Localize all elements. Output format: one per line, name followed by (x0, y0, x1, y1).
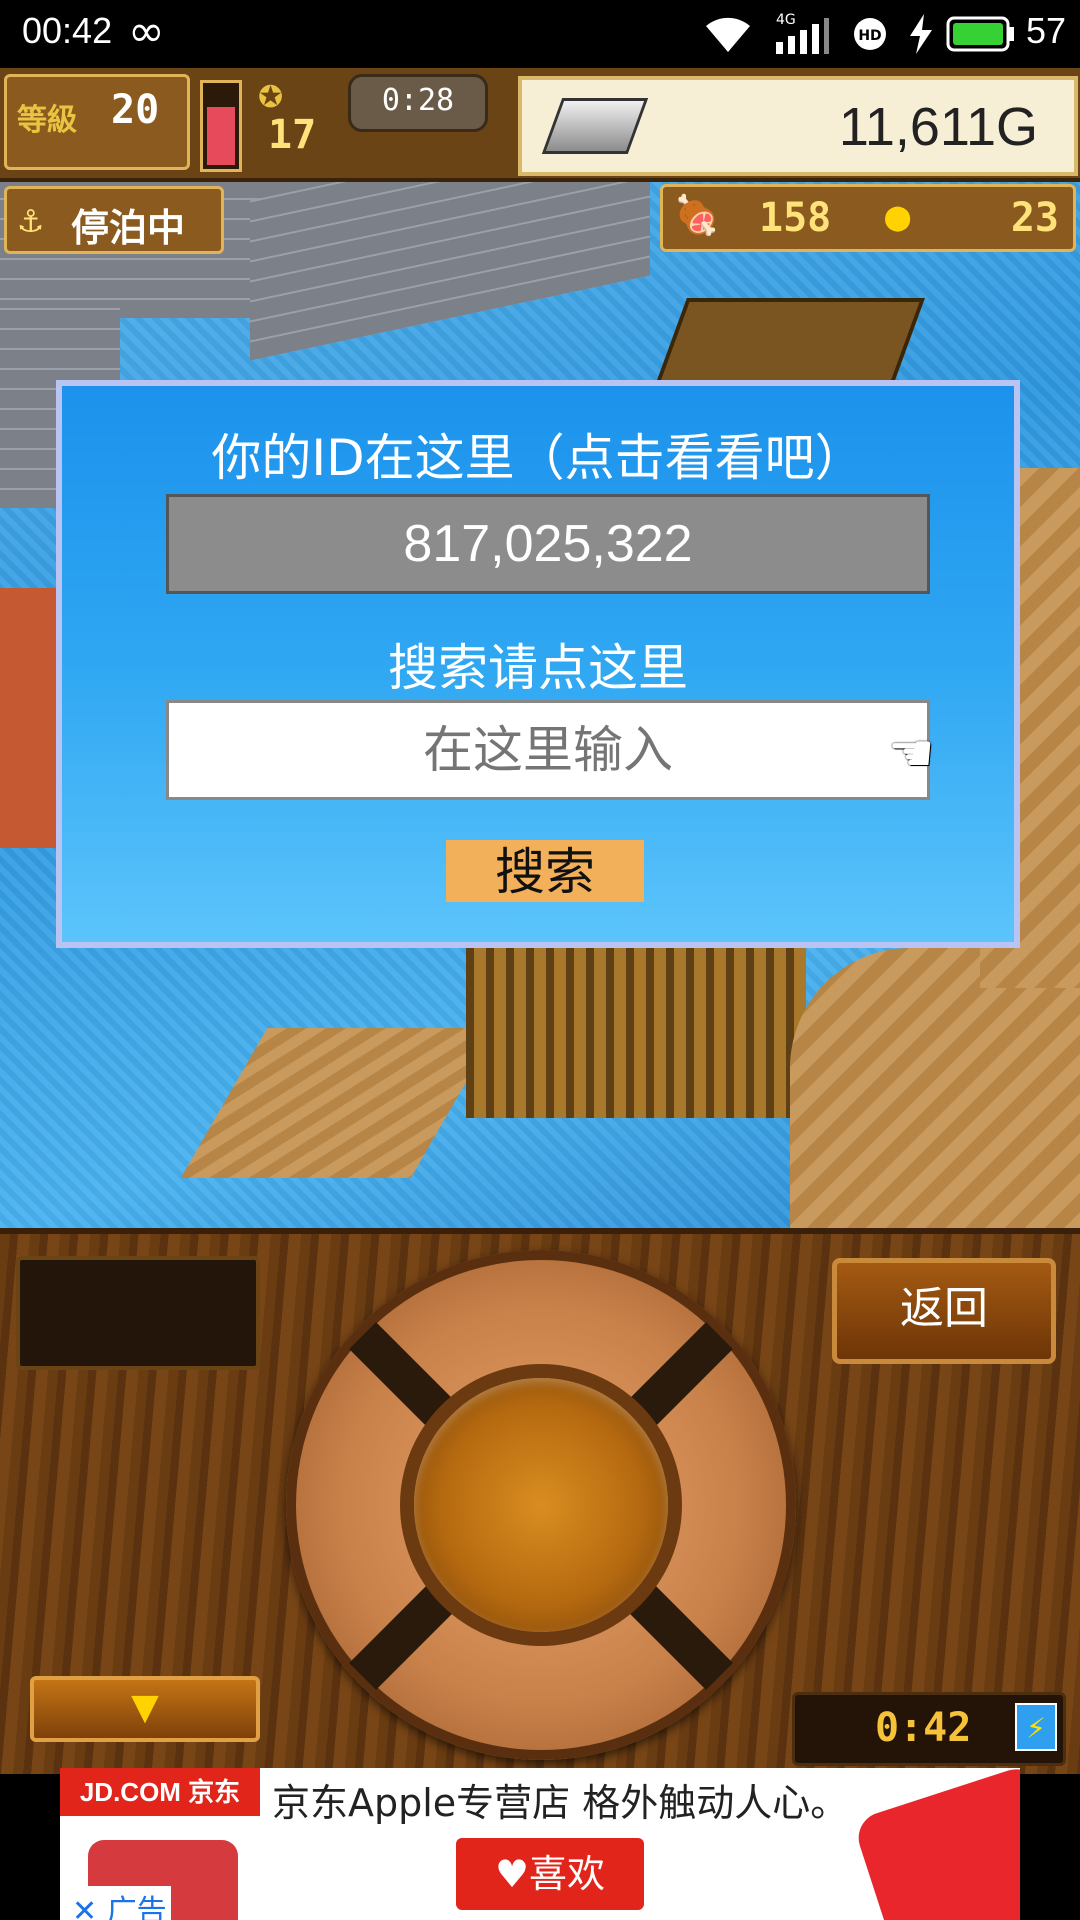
wooden-pier (180, 1028, 498, 1178)
ad-banner[interactable]: JD.COM 京东 京东Apple专营店 格外触动人心。 ♥喜欢 ✕ 广告 (60, 1768, 1020, 1920)
empty-slot (16, 1256, 260, 1370)
pointing-hand-icon: ☚ (888, 724, 935, 784)
charging-icon (910, 14, 932, 54)
stamina-gauge (200, 80, 242, 172)
battery-icon (946, 16, 1014, 52)
level-label: 等級 (17, 103, 77, 138)
player-id-display[interactable]: 817,025,322 (166, 494, 930, 594)
scroll-down-button[interactable]: ▼ (30, 1676, 260, 1742)
ad-like-button[interactable]: ♥喜欢 (456, 1838, 644, 1910)
search-input[interactable] (166, 700, 930, 800)
timer-display: 0:28 (348, 74, 488, 132)
meat-icon: 🍖 (673, 193, 721, 237)
ad-headline: 京东Apple专营店 格外触动人心。 (272, 1781, 849, 1825)
svg-text:HD: HD (858, 28, 881, 44)
coin-count: 23 (1010, 195, 1059, 241)
anchor-status: ⚓ 停泊中 (4, 186, 224, 254)
status-time: 00:42 (22, 10, 113, 51)
search-hint: 搜索请点这里 (388, 639, 688, 697)
wheel-center-button[interactable] (414, 1378, 668, 1632)
level-value: 20 (111, 87, 160, 133)
signal-icon (776, 18, 829, 54)
wooden-building (466, 948, 806, 1118)
ad-phone-image (851, 1768, 1020, 1920)
battery-level: 57 (1025, 10, 1066, 51)
gold-panel: 11,611G (518, 76, 1078, 176)
resource-panel: 🍖 158 ● 23 (660, 184, 1076, 252)
id-search-dialog: 你的ID在这里（点击看看吧） 817,025,322 搜索请点这里 ☚ 搜索 (56, 380, 1020, 948)
gold-amount: 11,611G (838, 97, 1038, 157)
ad-brand-logo: JD.COM 京东 (60, 1768, 260, 1816)
lightning-icon: ⚡ (1015, 1703, 1057, 1751)
ad-label: 广告 (106, 1894, 167, 1920)
ad-close-button[interactable]: ✕ 广告 (68, 1886, 171, 1920)
food-count: 158 (759, 195, 832, 241)
coin-icon: ● (885, 191, 911, 240)
anchor-status-label: 停泊中 (71, 206, 186, 250)
down-arrow-icon: ▼ (131, 1687, 159, 1728)
close-icon[interactable]: ✕ (72, 1894, 97, 1920)
dialog-title[interactable]: 你的ID在这里（点击看看吧） (62, 418, 1014, 490)
top-hud: 等級 20 ✪ 17 0:28 11,611G ⚓ 停泊中 🍖 158 ● 23 (0, 68, 1080, 254)
game-clock: 0:42 ⚡ (792, 1692, 1066, 1766)
game-clock-time: 0:42 (875, 1705, 972, 1751)
wifi-icon (706, 17, 750, 52)
search-button[interactable]: 搜索 (446, 840, 644, 902)
anchor-icon: ⚓ (19, 197, 42, 241)
stamina-icon: ✪ (258, 80, 284, 115)
infinity-icon: ∞ (128, 6, 165, 57)
back-button[interactable]: 返回 (832, 1258, 1056, 1364)
status-bar: 00:42 ∞ 4G HD 57 (0, 0, 1080, 68)
hd-icon: HD (854, 18, 886, 50)
stamina-value: 17 (268, 112, 317, 158)
ship-deck (790, 948, 1080, 1228)
level-panel: 等級 20 (4, 74, 190, 170)
silver-bar-icon (541, 98, 649, 154)
